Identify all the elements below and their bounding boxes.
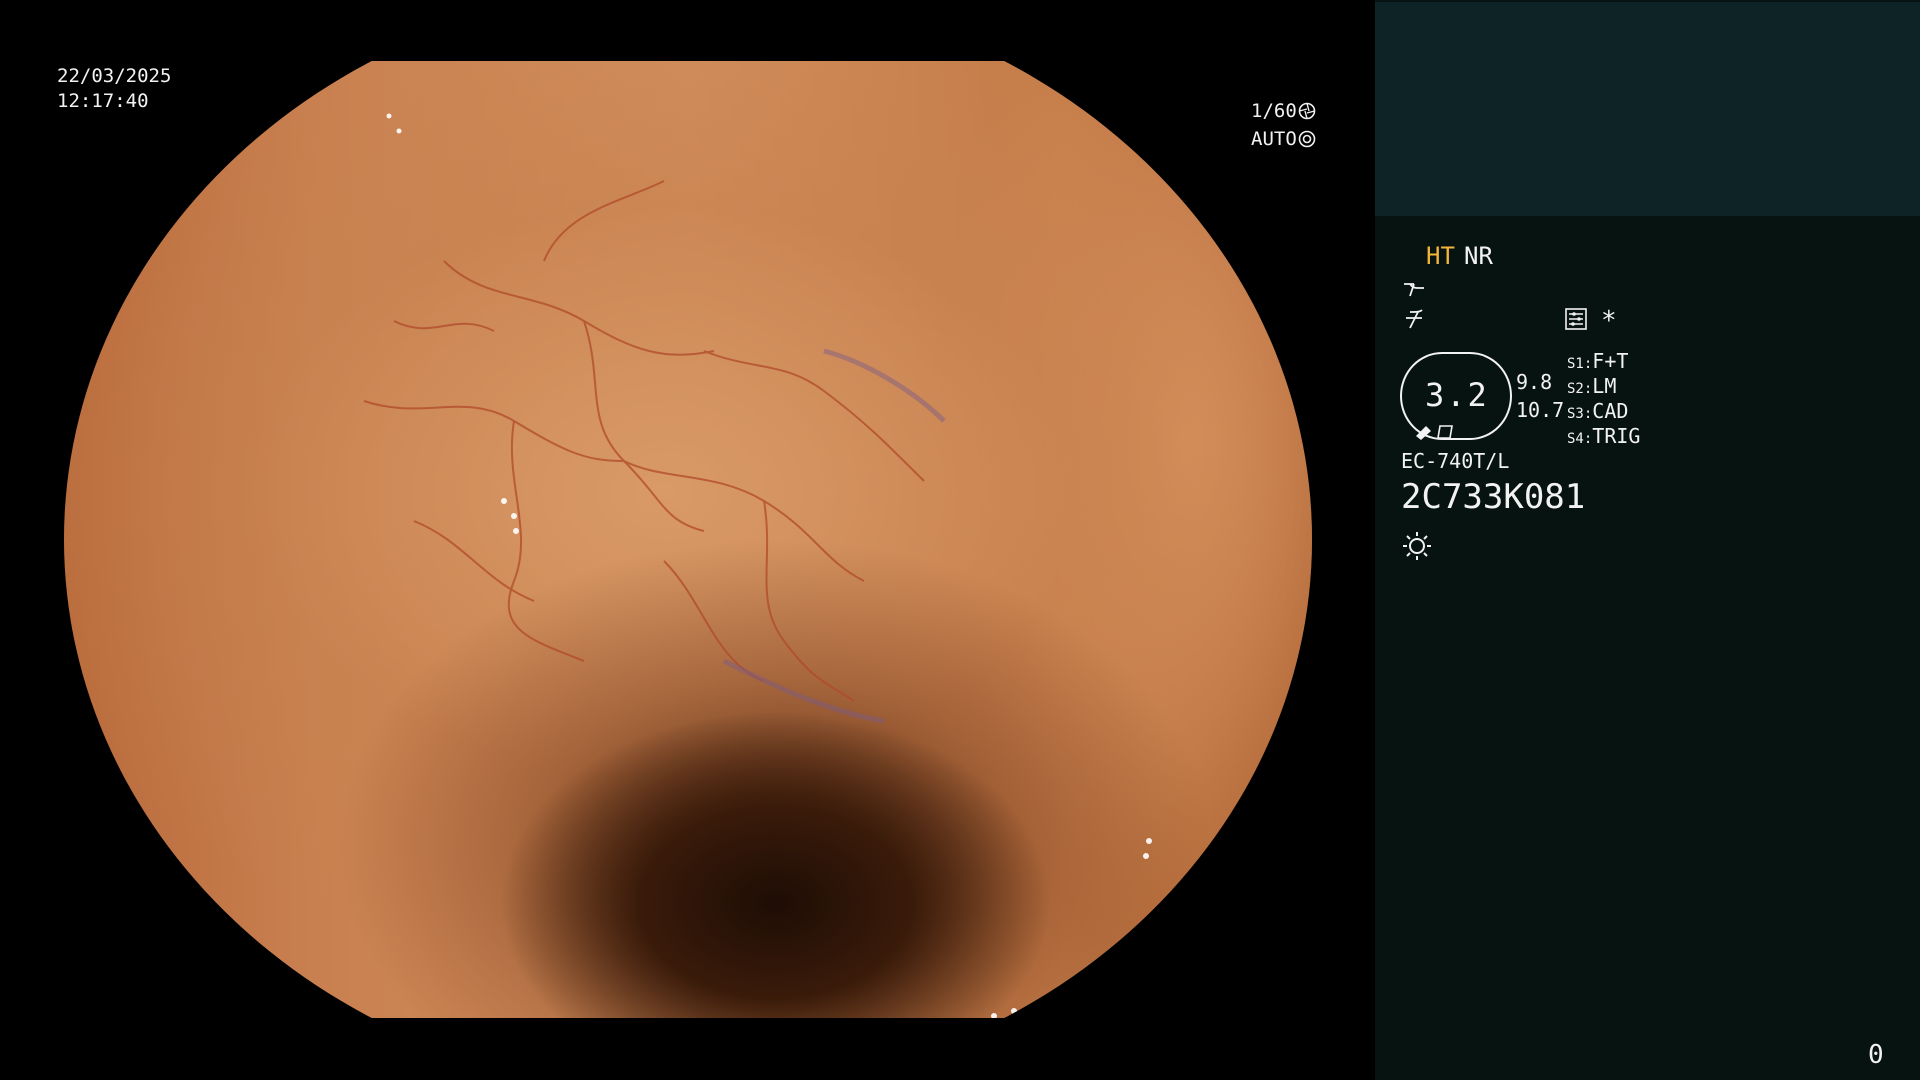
osd-time: 12:17:40 [57,90,149,112]
switch-key: S3 [1567,406,1584,422]
structure-enhance-icon [1404,283,1424,297]
aperture-icon [1298,102,1316,120]
osd-date: 22/03/2025 [57,65,172,87]
value-top: 9.8 [1516,370,1553,394]
scope-serial: 2C733K081 [1401,477,1586,517]
switch-value: TRIG [1592,424,1641,448]
status-panel [1375,0,1920,1080]
shutter-value: 1/60 [1251,100,1297,122]
osd-iris-mode: AUTO [1251,126,1316,152]
value-bottom: 10.7 [1516,398,1565,422]
iris-icon [1298,130,1316,148]
osd-shutter-speed: 1/60 [1251,98,1316,124]
nr-mode-label: NR [1464,242,1493,270]
switch-s4: S4:TRIG [1567,424,1641,448]
thumbnail-area [1375,2,1920,216]
switch-value: CAD [1592,399,1629,423]
switch-s3: S3:CAD [1567,399,1629,423]
asterisk-indicator: * [1601,306,1617,336]
switch-key: S2 [1567,381,1584,397]
switch-value: LM [1592,374,1617,398]
magnify-tool-icon [1416,425,1453,440]
light-source-icon [1403,532,1431,560]
ht-mode-label: HT [1426,242,1455,270]
zoom-value: 3.2 [1425,376,1489,414]
scope-model: EC-740T/L [1401,449,1510,473]
switch-s1: S1:F+T [1567,349,1629,373]
switch-s2: S2:LM [1567,374,1617,398]
settings-list-icon [1565,308,1587,330]
switch-value: F+T [1592,349,1629,373]
counter: 0 [1868,1040,1884,1070]
mucosa-vessels [363,113,1152,1018]
endoscope-view-pane: 22/03/2025 12:17:40 1/60 AUTO [0,0,1375,1080]
color-tone-icon [1406,309,1423,329]
switch-key: S1 [1567,356,1584,372]
switch-key: S4 [1567,431,1584,447]
endoscope-image [64,61,1312,1018]
iris-mode-value: AUTO [1251,128,1297,150]
